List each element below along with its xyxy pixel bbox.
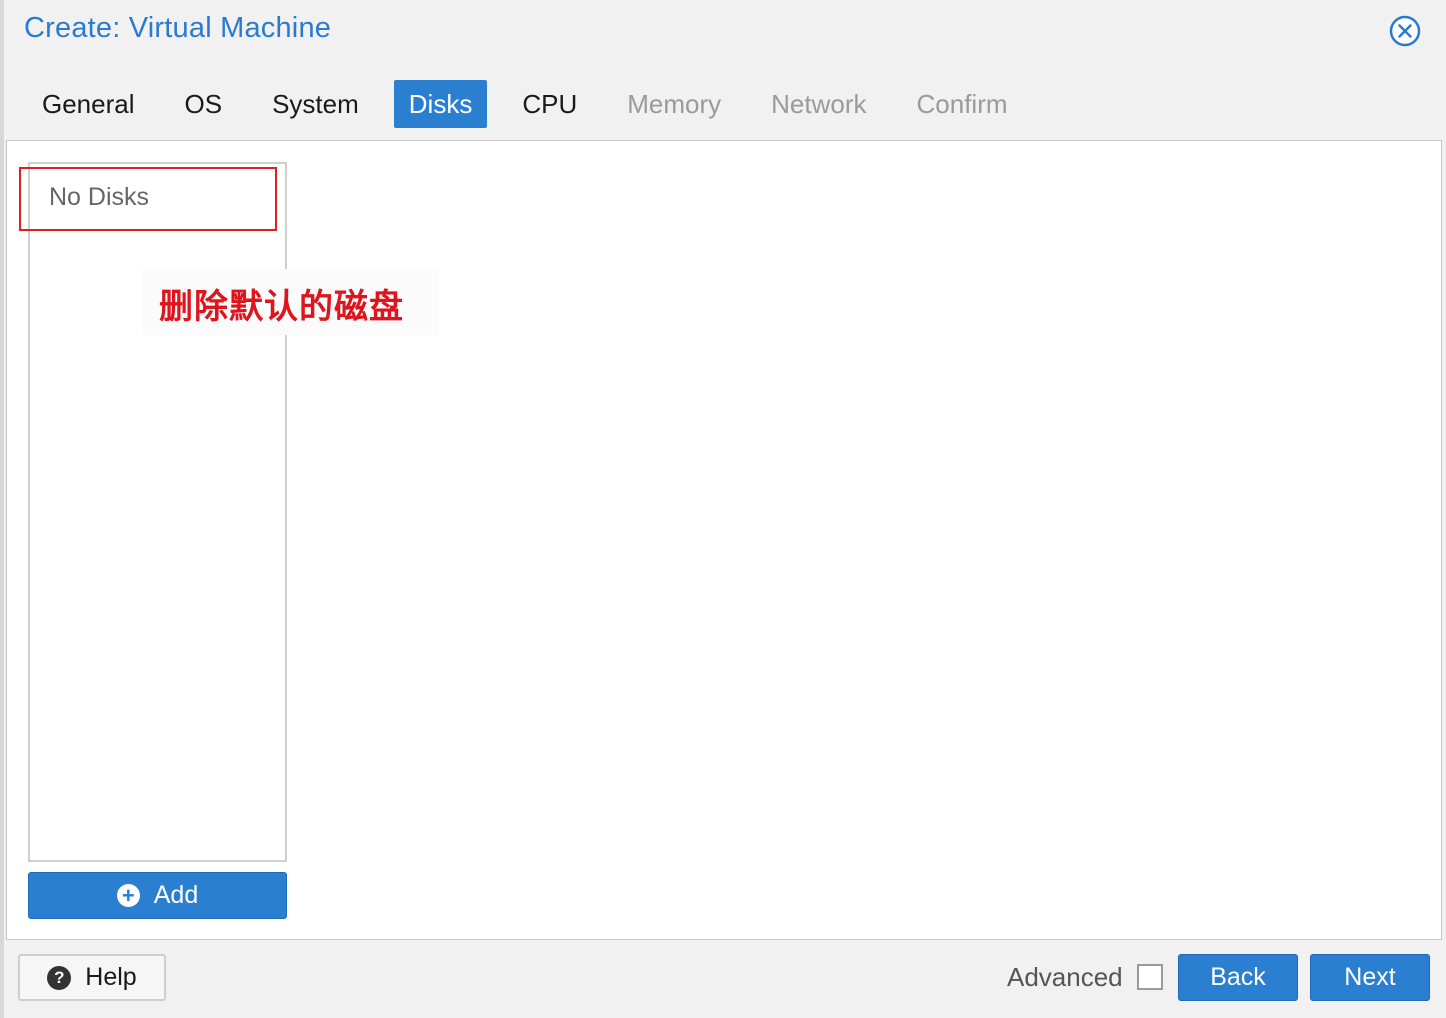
disks-panel: No Disks 删除默认的磁盘 + Add — [6, 140, 1442, 940]
advanced-checkbox[interactable] — [1137, 964, 1163, 990]
tab-general[interactable]: General — [27, 80, 150, 128]
annotation-text: 删除默认的磁盘 — [159, 287, 404, 327]
close-circle-icon — [1389, 15, 1421, 47]
wizard-tabs: General OS System Disks CPU Memory Netwo… — [27, 80, 1043, 128]
advanced-label: Advanced — [1007, 962, 1123, 992]
next-button[interactable]: Next — [1310, 954, 1430, 1001]
highlight-box — [19, 167, 277, 231]
add-disk-button[interactable]: + Add — [28, 872, 287, 919]
close-button[interactable] — [1389, 15, 1421, 47]
help-button-label: Help — [85, 963, 137, 991]
tab-memory: Memory — [627, 89, 722, 119]
tab-network: Network — [771, 89, 867, 119]
tab-os[interactable]: OS — [170, 80, 238, 128]
tab-disks[interactable]: Disks — [393, 80, 488, 128]
tab-confirm: Confirm — [916, 89, 1008, 119]
help-button[interactable]: ? Help — [18, 954, 166, 1001]
back-button[interactable]: Back — [1178, 954, 1298, 1001]
dialog-footer: ? Help Advanced Back Next — [4, 940, 1446, 1018]
dialog-title: Create: Virtual Machine — [24, 12, 332, 44]
tab-system[interactable]: System — [257, 80, 374, 128]
question-circle-icon: ? — [47, 965, 72, 990]
create-vm-dialog: Create: Virtual Machine General OS Syste… — [4, 0, 1446, 1018]
disk-list[interactable] — [28, 162, 287, 862]
tab-cpu[interactable]: CPU — [507, 80, 592, 128]
add-button-label: Add — [153, 881, 199, 909]
plus-circle-icon: + — [116, 884, 140, 907]
